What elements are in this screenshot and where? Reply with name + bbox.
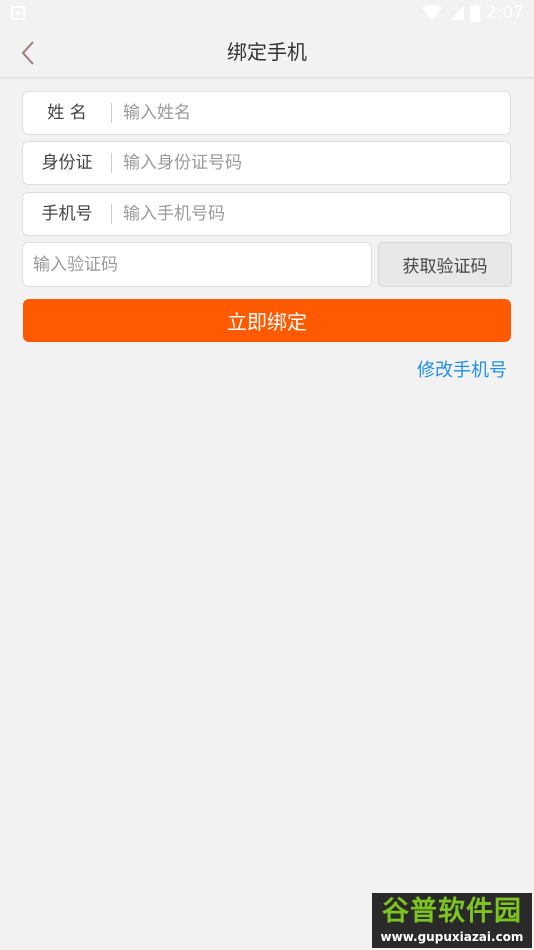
get-code-button[interactable]: 获取验证码: [378, 242, 512, 287]
watermark-logo: 谷普软件园 www.gupuxiazai.com: [372, 893, 532, 948]
divider: [111, 153, 112, 173]
battery-icon: [469, 4, 480, 22]
wifi-icon: [421, 5, 442, 20]
name-field[interactable]: 姓 名: [22, 91, 511, 135]
status-icons: 2:07: [421, 2, 524, 24]
page-title: 绑定手机: [227, 40, 307, 64]
signal-icon: [449, 6, 464, 20]
name-input[interactable]: [123, 92, 493, 134]
divider: [111, 204, 112, 224]
header: 绑定手机: [0, 27, 534, 78]
status-bar: 2:07: [0, 0, 534, 27]
status-time: 2:07: [485, 3, 524, 23]
id-card-label: 身份证: [41, 153, 93, 173]
verification-code-field[interactable]: [22, 242, 372, 287]
phone-field[interactable]: 手机号: [22, 192, 511, 236]
id-card-input[interactable]: [123, 142, 493, 184]
name-label: 姓 名: [47, 103, 87, 123]
bind-now-button[interactable]: 立即绑定: [23, 299, 511, 342]
phone-input[interactable]: [123, 193, 493, 235]
id-card-field[interactable]: 身份证: [22, 141, 511, 185]
verification-code-input[interactable]: [33, 243, 358, 286]
modify-phone-link[interactable]: 修改手机号: [417, 358, 507, 384]
phone-label: 手机号: [41, 204, 93, 224]
watermark-title: 谷普软件园: [382, 896, 522, 927]
chevron-left-icon: [21, 41, 34, 65]
notification-icon: [11, 6, 25, 20]
watermark-url: www.gupuxiazai.com: [380, 930, 524, 944]
back-button[interactable]: [10, 35, 46, 71]
divider: [111, 103, 112, 123]
